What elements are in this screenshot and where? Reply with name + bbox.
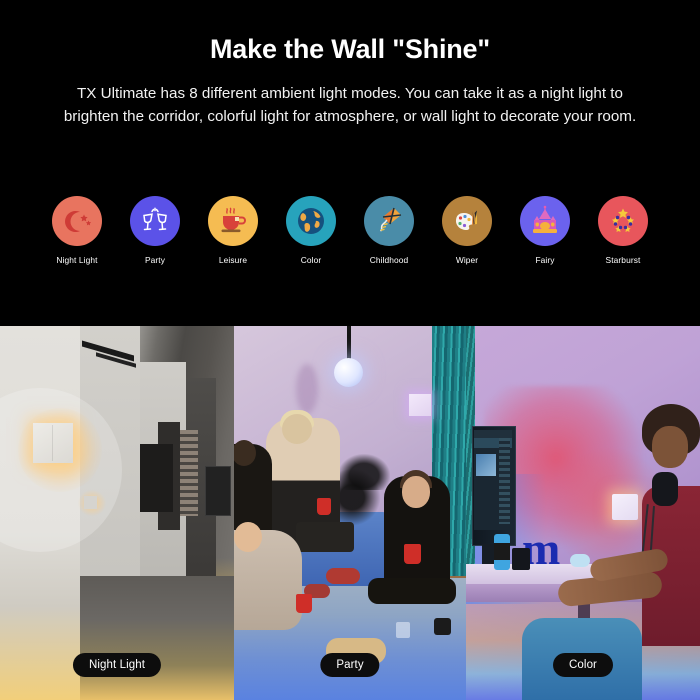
scene-label-color: Color <box>553 653 613 677</box>
person-legs <box>296 522 354 552</box>
castle-icon <box>520 196 570 246</box>
corridor-appliance <box>205 466 231 516</box>
red-cup-1 <box>317 498 331 515</box>
monitor-timeline <box>499 438 510 524</box>
stars-burst-icon <box>598 196 648 246</box>
mode-item-color[interactable]: Color <box>286 196 336 265</box>
cheers-glasses-icon <box>130 196 180 246</box>
scene-panel-night-light[interactable]: Night Light <box>0 326 234 700</box>
person-head <box>282 414 312 444</box>
person-floor-legs <box>368 578 456 604</box>
mode-label: Childhood <box>369 255 409 265</box>
mode-item-party[interactable]: Party <box>130 196 180 265</box>
mode-label: Leisure <box>218 255 248 265</box>
hero-section: Make the Wall "Shine" TX Ultimate has 8 … <box>0 0 700 326</box>
scene-panel-party[interactable]: Party <box>234 326 466 700</box>
mode-label: Wiper <box>455 255 479 265</box>
globe-icon <box>286 196 336 246</box>
mode-item-starburst[interactable]: Starburst <box>598 196 648 265</box>
dark-mug <box>434 618 451 635</box>
desk-mug <box>512 548 530 570</box>
wall-light-panel <box>612 494 638 520</box>
scene-panel-color[interactable]: m Color <box>466 326 700 700</box>
mode-item-leisure[interactable]: Leisure <box>208 196 258 265</box>
red-cup-3 <box>296 594 312 613</box>
kite-icon <box>364 196 414 246</box>
scene-label-night-light: Night Light <box>72 653 162 677</box>
coffee-cup-icon <box>208 196 258 246</box>
glass-tumbler <box>396 622 410 638</box>
computer-mouse <box>570 554 590 567</box>
scene-gallery: Night Light Party m Color <box>0 326 700 700</box>
wall-shadow <box>296 364 318 414</box>
hero-subtitle: TX Ultimate has 8 different ambient ligh… <box>63 84 637 126</box>
mode-item-wiper[interactable]: Wiper <box>442 196 492 265</box>
pendant-lamp-bulb <box>334 358 363 387</box>
person-floor-head <box>402 476 430 508</box>
wall-light-panel <box>409 394 431 416</box>
corridor-floor <box>62 576 234 700</box>
mode-label: Night Light <box>56 255 98 265</box>
mode-item-childhood[interactable]: Childhood <box>364 196 414 265</box>
product-feature-page: Make the Wall "Shine" TX Ultimate has 8 … <box>0 0 700 700</box>
person-face <box>652 426 688 468</box>
red-cup-2 <box>404 544 421 564</box>
person-left-foreground-head <box>234 522 262 552</box>
page-title: Make the Wall "Shine" <box>210 34 490 64</box>
mode-label: Starburst <box>605 255 641 265</box>
headphones-icon <box>652 472 678 506</box>
corridor-shelf <box>180 430 198 516</box>
corridor-wall-panel <box>139 444 173 512</box>
mode-label: Color <box>300 255 322 265</box>
scene-label-party: Party <box>320 653 380 677</box>
pendant-lamp-cord <box>347 326 351 360</box>
mode-item-night-light[interactable]: Night Light <box>52 196 102 265</box>
moon-stars-icon <box>52 196 102 246</box>
mode-label: Party <box>144 255 166 265</box>
light-modes-list: Night Light Party Leisure Color Childhoo… <box>0 196 700 265</box>
party-plant-top <box>338 454 390 490</box>
person-shoe <box>326 568 360 584</box>
paint-palette-icon <box>442 196 492 246</box>
water-bottle <box>494 534 510 570</box>
mode-label: Fairy <box>535 255 555 265</box>
mode-item-fairy[interactable]: Fairy <box>520 196 570 265</box>
monitor-preview-image <box>476 454 496 476</box>
